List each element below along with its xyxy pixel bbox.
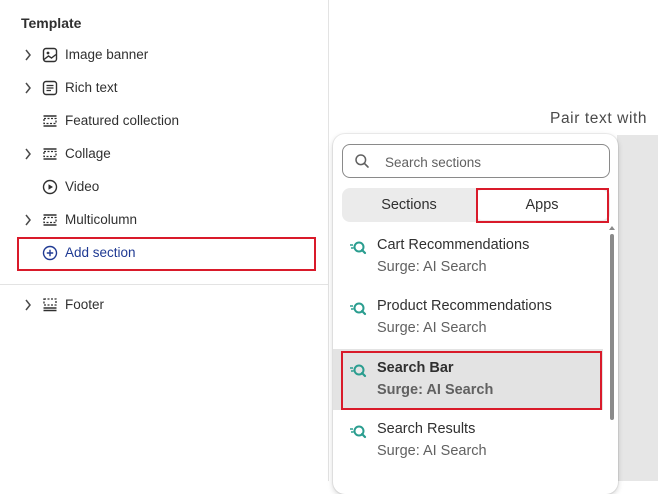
play-icon: [41, 178, 59, 196]
layout-section-icon: [41, 112, 59, 130]
sidebar-item-collage[interactable]: Collage: [0, 139, 328, 169]
surge-app-icon: [349, 424, 367, 440]
app-item-search-bar[interactable]: Search Bar Surge: AI Search: [333, 349, 603, 410]
sidebar-item-label: Collage: [65, 146, 111, 161]
app-subtitle: Surge: AI Search: [377, 382, 494, 398]
sidebar-item-label: Footer: [65, 297, 105, 312]
sidebar: Template Image banner Rich text Featured…: [0, 0, 329, 481]
template-heading: Template: [21, 15, 82, 31]
app-item-search-results[interactable]: Search Results Surge: AI Search: [333, 410, 603, 471]
chevron-right-icon[interactable]: [22, 81, 34, 95]
surge-app-icon: [349, 363, 367, 379]
app-title: Cart Recommendations: [377, 237, 530, 253]
sidebar-item-featured-collection[interactable]: Featured collection: [0, 106, 328, 136]
picker-tabs: Sections Apps: [342, 188, 610, 222]
app-item-cart-recommendations[interactable]: Cart Recommendations Surge: AI Search: [333, 226, 603, 287]
preview-text: Pair text with: [550, 110, 648, 127]
add-section-label: Add section: [65, 245, 136, 260]
sidebar-item-footer[interactable]: Footer: [0, 290, 328, 320]
footer-layout-icon: [41, 296, 59, 314]
layout-section-icon: [41, 145, 59, 163]
search-sections-box[interactable]: [342, 144, 610, 178]
app-title: Search Results: [377, 421, 476, 437]
plus-circle-icon: [41, 244, 59, 262]
app-subtitle: Surge: AI Search: [377, 259, 487, 275]
picker-scrollbar[interactable]: [609, 226, 615, 494]
sidebar-item-rich-text[interactable]: Rich text: [0, 73, 328, 103]
app-subtitle: Surge: AI Search: [377, 443, 487, 459]
search-icon: [354, 153, 370, 169]
search-input[interactable]: [383, 151, 607, 173]
sidebar-item-multicolumn[interactable]: Multicolumn: [0, 205, 328, 235]
image-icon: [41, 46, 59, 64]
scroll-up-arrow-icon[interactable]: [609, 226, 615, 230]
chevron-right-icon[interactable]: [22, 48, 34, 62]
app-title: Search Bar: [377, 360, 454, 376]
sidebar-divider: [0, 284, 328, 285]
sidebar-item-label: Multicolumn: [65, 212, 138, 227]
chevron-right-icon[interactable]: [22, 213, 34, 227]
preview-section-background: [617, 135, 658, 481]
sidebar-item-label: Image banner: [65, 47, 149, 62]
surge-app-icon: [349, 240, 367, 256]
tab-apps[interactable]: Apps: [476, 190, 608, 220]
app-subtitle: Surge: AI Search: [377, 320, 487, 336]
scroll-thumb[interactable]: [610, 234, 614, 420]
chevron-right-icon[interactable]: [22, 298, 34, 312]
sidebar-item-label: Video: [65, 179, 100, 194]
sidebar-item-label: Rich text: [65, 80, 118, 95]
app-title: Product Recommendations: [377, 298, 552, 314]
add-section-button[interactable]: Add section: [0, 238, 328, 268]
chevron-right-icon[interactable]: [22, 147, 34, 161]
layout-section-icon: [41, 211, 59, 229]
sidebar-item-video[interactable]: Video: [0, 172, 328, 202]
sidebar-item-label: Featured collection: [65, 113, 180, 128]
text-block-icon: [41, 79, 59, 97]
app-item-product-recommendations[interactable]: Product Recommendations Surge: AI Search: [333, 287, 603, 348]
sidebar-item-image-banner[interactable]: Image banner: [0, 40, 328, 70]
surge-app-icon: [349, 301, 367, 317]
tab-sections[interactable]: Sections: [342, 188, 476, 222]
section-picker-popover: Sections Apps Cart Recommendations Surge…: [333, 134, 618, 494]
